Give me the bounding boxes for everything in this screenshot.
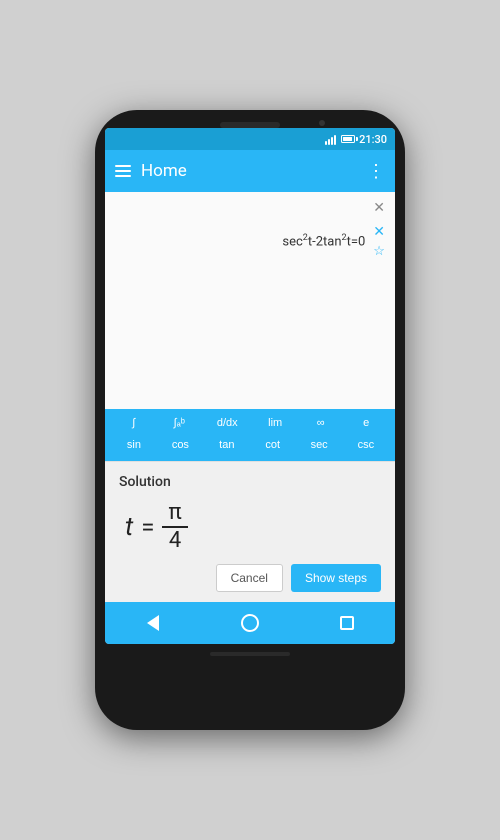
home-button[interactable] — [234, 607, 266, 639]
row-actions: ✕ ☆ — [373, 224, 385, 259]
status-time: 21:30 — [359, 133, 387, 146]
key-csc[interactable]: csc — [352, 435, 381, 455]
app-bar: Home ⋮ — [105, 150, 395, 192]
more-options-icon[interactable]: ⋮ — [367, 161, 385, 182]
signal-bar-3 — [331, 137, 333, 145]
key-definite-integral[interactable]: ∫ₐᵇ — [165, 413, 193, 433]
home-circle-icon — [241, 614, 259, 632]
content-area: ✕ sec2t-2tan2t=0 ✕ ☆ ∫ ∫ₐᵇ d/dx — [105, 192, 395, 602]
solution-equals: = — [141, 513, 154, 541]
solution-label: Solution — [119, 474, 381, 490]
delete-equation-icon[interactable]: ✕ — [373, 224, 385, 240]
equation-row: sec2t-2tan2t=0 ✕ ☆ — [115, 220, 385, 263]
signal-bar-2 — [328, 139, 330, 145]
equation-text: sec2t-2tan2t=0 — [115, 233, 365, 249]
phone-bottom-bar — [210, 652, 290, 656]
keyboard-row-2: sin cos tan cot sec csc — [111, 435, 389, 455]
key-sec[interactable]: sec — [305, 435, 334, 455]
signal-bar-4 — [334, 135, 336, 145]
hamburger-menu-icon[interactable] — [115, 165, 131, 177]
key-cot[interactable]: cot — [259, 435, 287, 455]
math-keyboard: ∫ ∫ₐᵇ d/dx lim ∞ e sin cos tan cot sec c… — [105, 409, 395, 461]
back-button[interactable] — [137, 607, 169, 639]
clear-all-row: ✕ — [115, 200, 385, 216]
equation-area: ✕ sec2t-2tan2t=0 ✕ ☆ — [105, 192, 395, 409]
fraction-denominator: 4 — [163, 530, 187, 552]
phone-screen: 21:30 Home ⋮ ✕ sec2t-2tan2t=0 — [105, 128, 395, 644]
fraction-numerator: π — [162, 502, 187, 524]
solution-math: t = π 4 — [119, 498, 381, 564]
battery-icon — [341, 135, 355, 143]
status-bar: 21:30 — [105, 128, 395, 150]
key-limit[interactable]: lim — [261, 413, 289, 433]
status-icons — [325, 133, 355, 145]
clear-all-icon[interactable]: ✕ — [373, 200, 385, 216]
key-integral[interactable]: ∫ — [120, 413, 148, 433]
solution-fraction: π 4 — [162, 502, 187, 552]
back-triangle-icon — [147, 615, 159, 631]
cancel-button[interactable]: Cancel — [216, 564, 283, 592]
key-infinity[interactable]: ∞ — [307, 413, 335, 433]
signal-bars — [325, 133, 336, 145]
solution-panel: Solution t = π 4 Cancel Show steps — [105, 461, 395, 602]
key-cos[interactable]: cos — [166, 435, 195, 455]
key-euler[interactable]: e — [352, 413, 380, 433]
show-steps-button[interactable]: Show steps — [291, 564, 381, 592]
nav-bar — [105, 602, 395, 644]
key-derivative[interactable]: d/dx — [211, 413, 244, 433]
keyboard-row-1: ∫ ∫ₐᵇ d/dx lim ∞ e — [111, 413, 389, 433]
app-title: Home — [141, 161, 367, 181]
key-sin[interactable]: sin — [120, 435, 148, 455]
phone-camera — [319, 120, 325, 126]
key-tan[interactable]: tan — [213, 435, 241, 455]
solution-buttons: Cancel Show steps — [119, 564, 381, 592]
recent-square-icon — [340, 616, 354, 630]
recent-apps-button[interactable] — [331, 607, 363, 639]
signal-bar-1 — [325, 141, 327, 145]
favorite-icon[interactable]: ☆ — [373, 244, 385, 259]
phone-frame: 21:30 Home ⋮ ✕ sec2t-2tan2t=0 — [95, 110, 405, 730]
phone-speaker — [230, 123, 270, 127]
battery-fill — [343, 137, 352, 141]
solution-variable: t — [125, 512, 133, 542]
